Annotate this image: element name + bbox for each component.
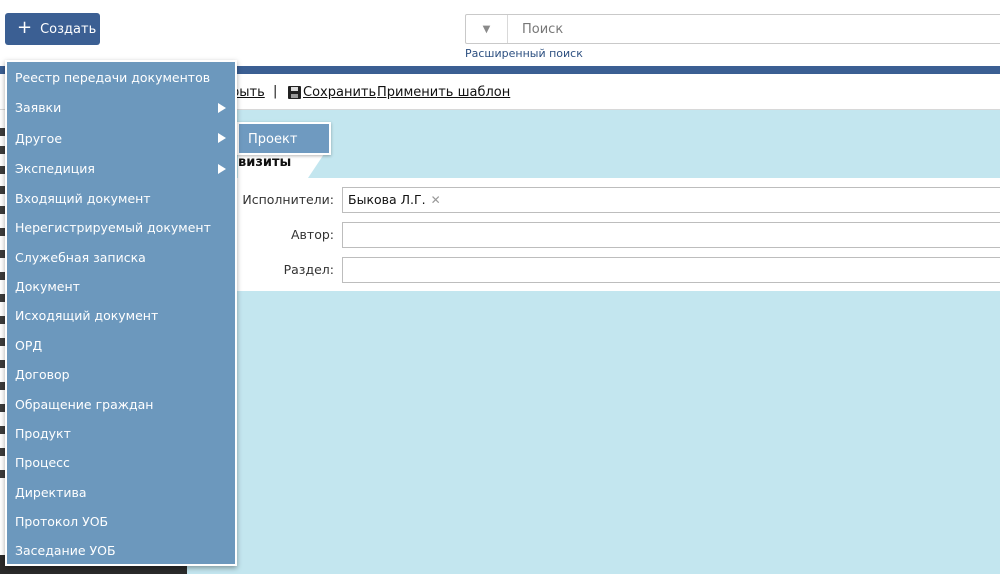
- search-box: ▼: [465, 14, 1000, 44]
- floppy-disk-icon: [288, 86, 301, 99]
- menu-item-ord[interactable]: ОРД: [15, 338, 42, 353]
- submenu-item-project[interactable]: Проект: [237, 122, 331, 155]
- chevron-right-icon: [218, 133, 226, 143]
- executor-chip-label: Быкова Л.Г.: [348, 192, 426, 207]
- menu-item-incoming-document[interactable]: Входящий документ: [15, 191, 151, 206]
- advanced-search-link[interactable]: Расширенный поиск: [465, 47, 583, 60]
- menu-item-process[interactable]: Процесс: [15, 455, 70, 470]
- author-field[interactable]: [342, 222, 1000, 248]
- menu-item-uob-meeting[interactable]: Заседание УОБ: [15, 543, 116, 558]
- menu-item-expedition[interactable]: Экспедиция: [15, 161, 95, 176]
- menu-item-unregistered-document[interactable]: Нерегистрируемый документ: [15, 220, 211, 235]
- chevron-right-icon: [218, 164, 226, 174]
- search-input[interactable]: [508, 15, 1000, 43]
- menu-item-memo[interactable]: Служебная записка: [15, 250, 146, 265]
- menu-item-product[interactable]: Продукт: [15, 426, 71, 441]
- menu-item-outgoing-document[interactable]: Исходящий документ: [15, 308, 158, 323]
- menu-item-document[interactable]: Документ: [15, 279, 80, 294]
- menu-item-directive[interactable]: Директива: [15, 485, 87, 500]
- executors-label: Исполнители:: [242, 192, 334, 207]
- form-row-section: Раздел:: [237, 257, 1000, 283]
- form-row-author: Автор:: [237, 222, 1000, 248]
- save-button[interactable]: Сохранить: [288, 85, 376, 100]
- apply-template-button[interactable]: Применить шаблон: [377, 85, 510, 100]
- create-button[interactable]: + Создать: [5, 13, 100, 45]
- top-bar: + Создать ▼ Расширенный поиск: [0, 0, 1000, 66]
- menu-item-contract[interactable]: Договор: [15, 367, 70, 382]
- save-button-label: Сохранить: [303, 85, 377, 100]
- create-menu: Реестр передачи документов Заявки Другое…: [5, 60, 237, 566]
- menu-item-citizen-appeal[interactable]: Обращение граждан: [15, 397, 153, 412]
- plus-icon: +: [17, 17, 33, 38]
- chevron-down-icon: ▼: [482, 23, 491, 35]
- menu-item-other[interactable]: Другое: [15, 131, 62, 146]
- author-label: Автор:: [291, 227, 334, 242]
- close-icon[interactable]: ✕: [431, 193, 441, 207]
- form-row-executors: Исполнители: Быкова Л.Г. ✕: [237, 187, 1000, 213]
- section-field[interactable]: [342, 257, 1000, 283]
- menu-item-requests[interactable]: Заявки: [15, 100, 61, 115]
- search-dropdown[interactable]: ▼: [466, 15, 508, 43]
- executors-field[interactable]: Быкова Л.Г. ✕: [342, 187, 1000, 213]
- create-button-label: Создать: [40, 21, 97, 37]
- executor-chip: Быкова Л.Г. ✕: [348, 192, 441, 207]
- menu-item-registry[interactable]: Реестр передачи документов: [15, 70, 210, 85]
- chevron-right-icon: [218, 103, 226, 113]
- tab-details[interactable]: визиты: [238, 154, 324, 178]
- toolbar-separator: |: [273, 84, 278, 99]
- menu-item-uob-protocol[interactable]: Протокол УОБ: [15, 514, 108, 529]
- section-label: Раздел:: [283, 262, 334, 277]
- details-form: Исполнители: Быкова Л.Г. ✕ Автор: Раздел…: [237, 178, 1000, 291]
